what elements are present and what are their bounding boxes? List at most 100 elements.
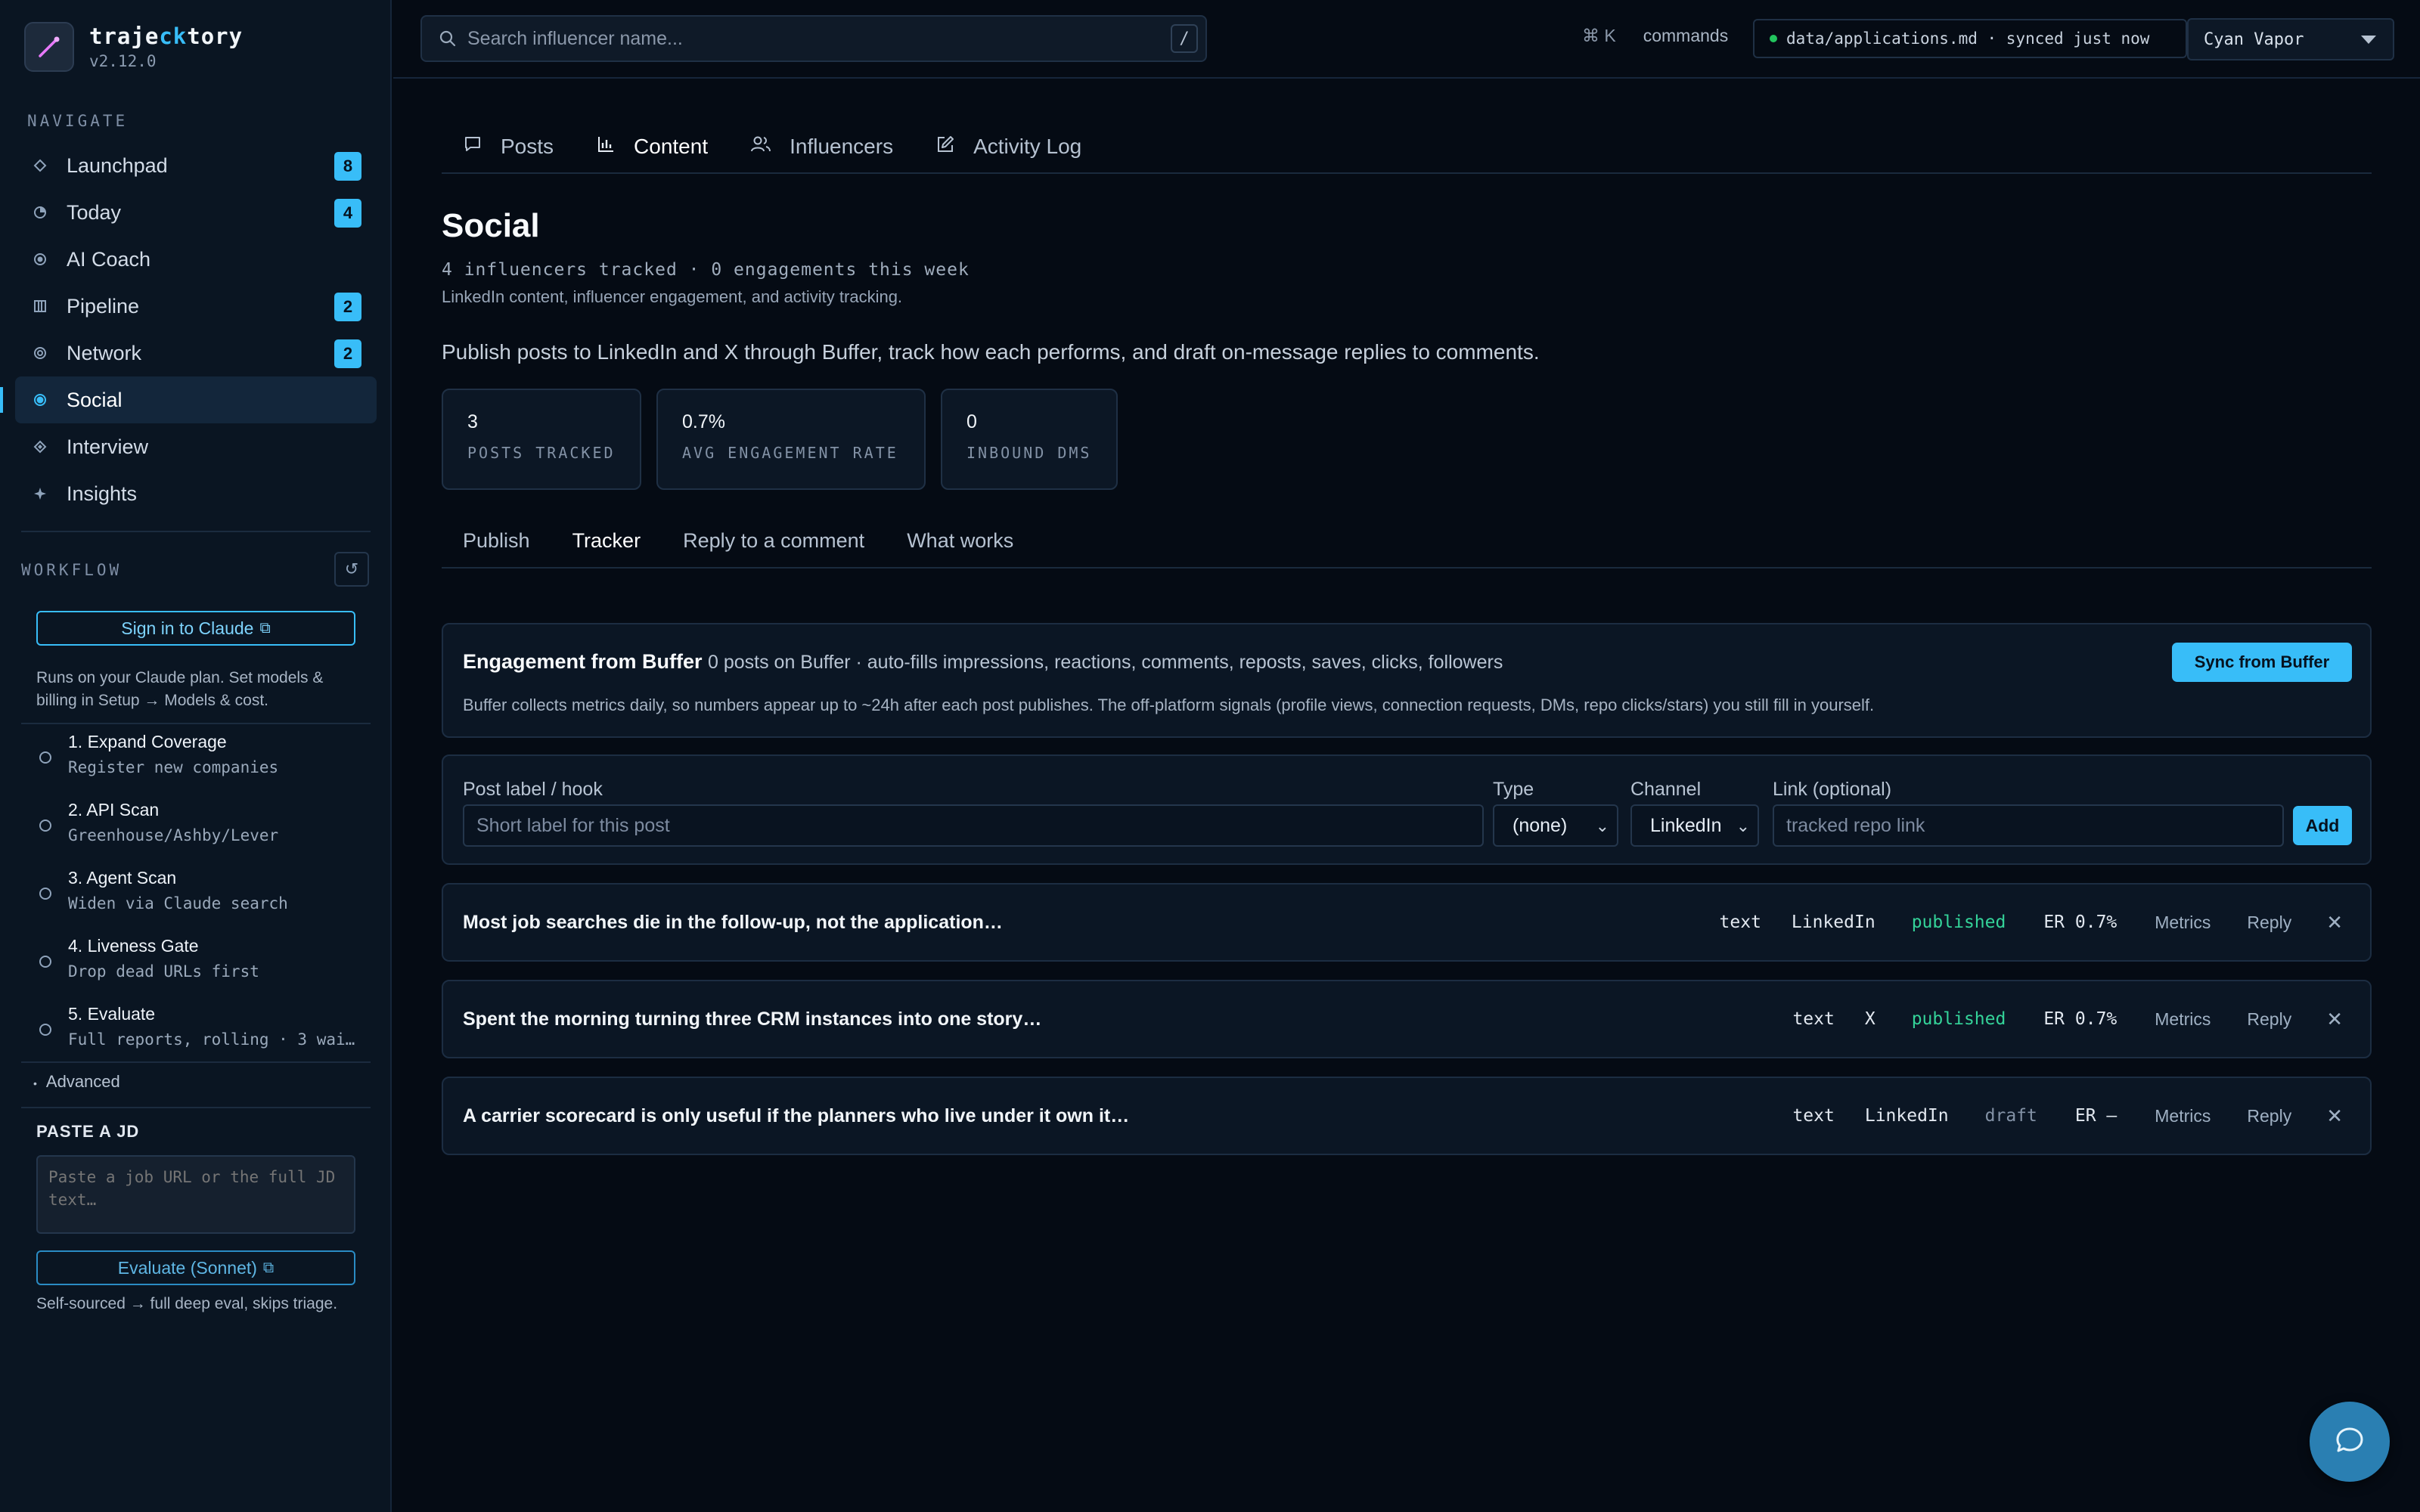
button-label: Evaluate (Sonnet) — [117, 1257, 257, 1278]
workflow-step[interactable]: 3. Agent Scan Widen via Claude search — [21, 862, 371, 930]
stat-card: 3 POSTS TRACKED — [442, 389, 641, 490]
columns-icon — [32, 298, 48, 314]
metrics-button[interactable]: Metrics — [2155, 1009, 2211, 1030]
post-row[interactable]: Spent the morning turning three CRM inst… — [442, 980, 2372, 1058]
chat-button[interactable] — [2310, 1402, 2390, 1482]
step-status-icon — [39, 888, 51, 900]
workflow-step[interactable]: 4. Liveness Gate Drop dead URLs first — [21, 930, 371, 998]
evaluate-note: Self-sourced → full deep eval, skips tri… — [36, 1295, 338, 1312]
brand[interactable]: trajecktory v2.12.0 — [24, 21, 243, 73]
engagement-rate: ER 0.7% — [2043, 912, 2118, 932]
workflow-step[interactable]: 1. Expand Coverage Register new companie… — [21, 726, 371, 794]
channel-select[interactable]: LinkedIn ⌄ — [1630, 804, 1759, 847]
tab-content[interactable]: Content — [575, 121, 729, 172]
post-row[interactable]: A carrier scorecard is only useful if th… — [442, 1077, 2372, 1155]
type-select[interactable]: (none) ⌄ — [1493, 804, 1618, 847]
reply-button[interactable]: Reply — [2247, 1009, 2291, 1030]
status-badge: published — [1911, 1009, 2006, 1029]
tab-posts[interactable]: Posts — [442, 121, 575, 172]
tab-label: Activity Log — [973, 135, 1082, 158]
post-title: A carrier scorecard is only useful if th… — [463, 1105, 1130, 1126]
sidebar-nav: Launchpad 8 Today 4 AI Coach Pipeline 2 … — [0, 142, 377, 517]
sidebar-item-interview[interactable]: Interview — [15, 423, 377, 470]
users-icon — [750, 135, 771, 160]
sparkle-icon — [32, 485, 48, 502]
sidebar-item-pipeline[interactable]: Pipeline 2 — [15, 283, 377, 330]
engagement-rate: ER 0.7% — [2043, 1009, 2118, 1029]
jd-input[interactable] — [36, 1155, 355, 1234]
sidebar-item-label: Social — [67, 388, 123, 411]
sidebar-item-label: Launchpad — [67, 153, 168, 177]
evaluate-button[interactable]: Evaluate (Sonnet) ⧉ — [36, 1250, 355, 1285]
edit-icon — [935, 135, 955, 160]
close-icon[interactable]: ✕ — [2326, 1105, 2343, 1128]
sidebar-item-ai-coach[interactable]: AI Coach — [15, 236, 377, 283]
advanced-label: Advanced — [45, 1072, 120, 1091]
engagement-meta: 0 posts on Buffer · auto-fills impressio… — [708, 652, 1503, 673]
app-logo-icon — [24, 22, 74, 72]
chevron-down-icon: ⌄ — [1736, 816, 1750, 835]
post-type: text — [1792, 1009, 1835, 1029]
copy-icon: ⧉ — [262, 1259, 275, 1276]
theme-select[interactable]: Cyan Vapor — [2187, 18, 2394, 60]
command-palette-hint[interactable]: ⌘ K commands — [1582, 26, 1728, 46]
metrics-button[interactable]: Metrics — [2155, 1106, 2211, 1126]
post-row[interactable]: Most job searches die in the follow-up, … — [442, 883, 2372, 962]
channel-value: LinkedIn — [1650, 814, 1722, 836]
reply-button[interactable]: Reply — [2247, 912, 2291, 933]
sync-from-buffer-button[interactable]: Sync from Buffer — [2172, 643, 2352, 682]
status-badge: published — [1911, 912, 2006, 932]
button-label: Sign in to Claude — [121, 618, 254, 638]
workflow-step[interactable]: 5. Evaluate Full reports, rolling · 3 wa… — [21, 998, 371, 1066]
engagement-title: Engagement from Buffer — [463, 650, 703, 673]
post-meta: text LinkedIn draft ER — Metrics Reply ✕ — [1792, 1078, 2343, 1154]
workflow-label: WORKFLOW — [21, 561, 123, 579]
subtab-tracker[interactable]: Tracker — [551, 514, 662, 567]
step-status-icon — [39, 820, 51, 832]
sign-in-claude-button[interactable]: Sign in to Claude ⧉ — [36, 611, 355, 646]
app-name: trajecktory — [89, 23, 244, 49]
stat-label: INBOUND DMS — [966, 444, 1092, 462]
search-input[interactable] — [467, 27, 1148, 50]
divider — [21, 1061, 371, 1063]
sidebar-item-label: Network — [67, 341, 142, 364]
step-subtitle: Full reports, rolling · 3 wai… — [68, 1030, 355, 1049]
workflow-step[interactable]: 2. API Scan Greenhouse/Ashby/Lever — [21, 794, 371, 862]
metrics-button[interactable]: Metrics — [2155, 912, 2211, 933]
sidebar-item-social[interactable]: Social — [0, 376, 377, 423]
post-label-input[interactable] — [463, 804, 1484, 847]
status-dot-icon — [1770, 35, 1777, 42]
reply-button[interactable]: Reply — [2247, 1106, 2291, 1126]
sidebar-item-network[interactable]: Network 2 — [15, 330, 377, 376]
close-icon[interactable]: ✕ — [2326, 911, 2343, 934]
engagement-note: Buffer collects metrics daily, so number… — [463, 696, 1875, 714]
stat-value: 0 — [966, 411, 977, 432]
chevron-down-icon: ⌄ — [1595, 816, 1609, 835]
diamond-icon — [32, 157, 48, 174]
add-post-button[interactable]: Add — [2293, 806, 2352, 845]
sidebar-item-today[interactable]: Today 4 — [15, 189, 377, 236]
step-subtitle: Widen via Claude search — [68, 894, 288, 912]
sidebar-item-launchpad[interactable]: Launchpad 8 — [15, 142, 377, 189]
engagement-rate: ER — — [2074, 1106, 2118, 1126]
post-title: Spent the morning turning three CRM inst… — [463, 1009, 1042, 1030]
subtab-publish[interactable]: Publish — [442, 514, 551, 567]
sync-status[interactable]: data/applications.md · synced just now — [1753, 19, 2187, 58]
type-label: Type — [1493, 779, 1534, 800]
subtab-what-works[interactable]: What works — [886, 514, 1035, 567]
link-input[interactable] — [1773, 804, 2284, 847]
tab-activity-log[interactable]: Activity Log — [914, 121, 1103, 172]
search-box[interactable]: / — [420, 15, 1207, 62]
divider — [21, 723, 371, 724]
subtab-reply[interactable]: Reply to a comment — [662, 514, 886, 567]
close-icon[interactable]: ✕ — [2326, 1008, 2343, 1031]
badge: 8 — [334, 152, 361, 181]
sidebar-item-insights[interactable]: Insights — [15, 470, 377, 517]
tab-influencers[interactable]: Influencers — [729, 121, 914, 172]
stat-value: 3 — [467, 411, 478, 432]
app-version: v2.12.0 — [89, 52, 157, 70]
advanced-toggle[interactable]: • Advanced — [33, 1072, 120, 1092]
stat-value: 0.7% — [682, 411, 725, 432]
refresh-icon[interactable]: ↺ — [334, 552, 369, 587]
search-shortcut: / — [1171, 24, 1198, 53]
